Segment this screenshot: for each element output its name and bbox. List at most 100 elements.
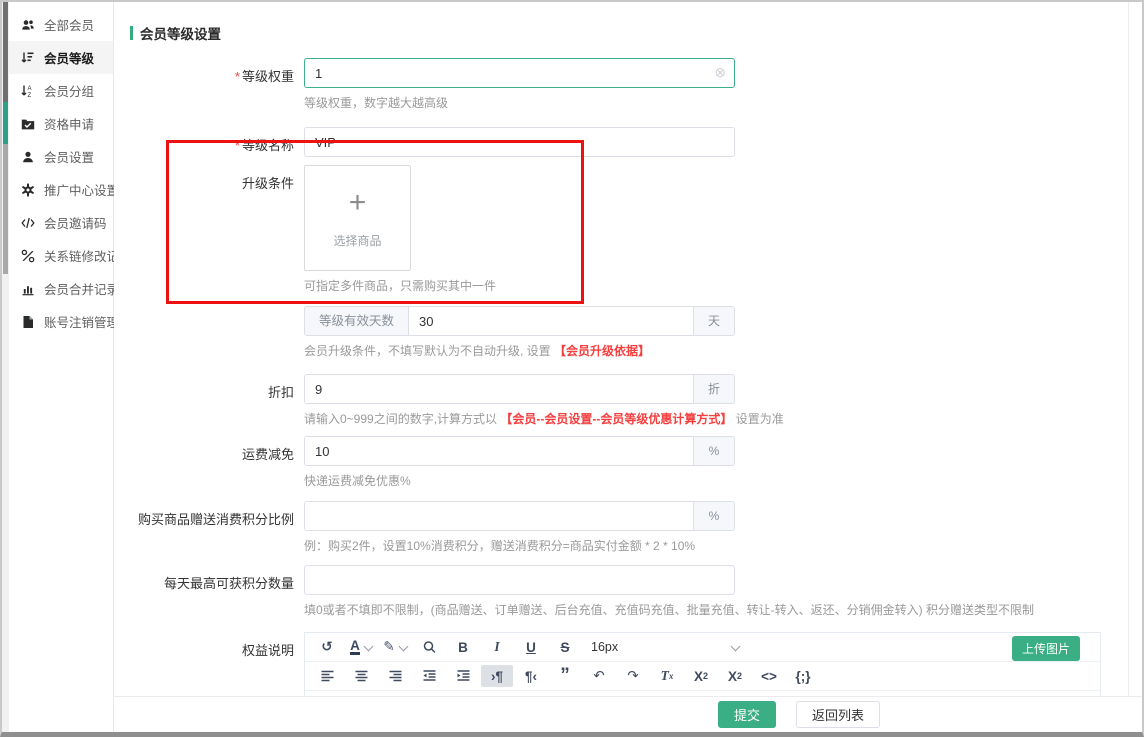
indent-icon[interactable] — [447, 665, 479, 687]
chart-icon — [21, 282, 35, 296]
field-label: *等级权重 — [130, 58, 304, 85]
outdent-icon[interactable] — [413, 665, 445, 687]
helper-text: 例：购买2件，设置10%消费积分，赠送消费积分=商品实付金额 * 2 * 10% — [304, 538, 864, 554]
history-icon[interactable]: ↺ — [311, 636, 343, 658]
helper-text: 可指定多件商品，只需购买其中一件 — [304, 278, 735, 294]
outer-scrollbar[interactable] — [2, 2, 9, 732]
redo-icon[interactable]: ↷ — [617, 665, 649, 687]
daily-max-points-input[interactable] — [304, 565, 735, 595]
page-title: 会员等级设置 — [140, 23, 221, 43]
sidebar-item-label: 资格申请 — [44, 114, 94, 133]
sidebar-item-label: 会员等级 — [44, 48, 94, 67]
content-scrollbar-track[interactable] — [1128, 2, 1129, 732]
sidebar-item-member-level[interactable]: 会员等级 — [9, 41, 113, 74]
undo-icon[interactable]: ↶ — [583, 665, 615, 687]
back-to-list-button[interactable]: 返回列表 — [796, 701, 880, 728]
superscript-icon[interactable]: X2 — [719, 665, 751, 687]
field-label: 每天最高可获积分数量 — [130, 565, 304, 592]
section-title: 会员等级设置 — [130, 24, 1142, 42]
sidebar-item-invite-code[interactable]: 会员邀请码 — [9, 206, 113, 239]
underline-icon[interactable]: U — [515, 636, 547, 658]
align-left-icon[interactable] — [311, 665, 343, 687]
level-weight-input[interactable] — [304, 58, 735, 88]
file-icon — [21, 315, 35, 329]
sidebar-item-promotion-settings[interactable]: 推广中心设置 — [9, 173, 113, 206]
valid-days-unit: 天 — [693, 307, 734, 335]
select-product-uploader[interactable]: + 选择商品 — [304, 165, 411, 271]
field-label: 运费减免 — [130, 436, 304, 463]
sidebar: 全部会员 会员等级 AZ 会员分组 资格申请 会员设置 — [9, 2, 114, 732]
font-size-select[interactable]: 16px — [591, 640, 739, 654]
footer-bar: 提交 返回列表 — [114, 696, 1142, 732]
form-row-name: *等级名称 — [130, 127, 1142, 157]
search-icon[interactable] — [413, 636, 445, 658]
align-right-icon[interactable] — [379, 665, 411, 687]
discount-input[interactable] — [305, 375, 693, 403]
strikethrough-icon[interactable]: S — [549, 636, 581, 658]
helper-text: 等级权重，数字越大越高级 — [304, 95, 735, 111]
sidebar-item-qualification[interactable]: 资格申请 — [9, 107, 113, 140]
discount-settings-link[interactable]: 【会员--会员设置--会员等级优惠计算方式】 — [500, 412, 732, 426]
font-color-icon[interactable]: A — [345, 636, 377, 658]
helper-text: 快递运费减免优惠% — [304, 473, 735, 489]
sidebar-item-label: 会员分组 — [44, 81, 94, 100]
level-name-input[interactable] — [304, 127, 735, 157]
required-asterisk: * — [235, 69, 240, 84]
link-icon — [21, 249, 35, 263]
sidebar-item-merge-log[interactable]: 会员合并记录 — [9, 272, 113, 305]
shipping-discount-input[interactable] — [305, 437, 693, 465]
form-row-upgrade-condition: 升级条件 + 选择商品 可指定多件商品，只需购买其中一件 — [130, 165, 1142, 294]
sidebar-item-label: 会员合并记录 — [44, 279, 119, 298]
subscript-icon[interactable]: X2 — [685, 665, 717, 687]
sidebar-item-label: 会员邀请码 — [44, 213, 107, 232]
field-label: 折扣 — [130, 374, 304, 401]
sidebar-item-account-cancellation[interactable]: 账号注销管理 — [9, 305, 113, 338]
editor-toolbar-row1: ↺ A ✎ B I U S 16px 上传图片 — [305, 633, 1100, 662]
scrollbar-track-segment — [3, 144, 8, 274]
points-ratio-input[interactable] — [305, 502, 693, 530]
italic-icon[interactable]: I — [481, 636, 513, 658]
code-block-icon[interactable]: {;} — [787, 665, 819, 687]
sidebar-item-relation-log[interactable]: 关系链修改记录 — [9, 239, 113, 272]
submit-button[interactable]: 提交 — [718, 701, 776, 728]
valid-days-input[interactable] — [409, 307, 693, 335]
field-label: *等级名称 — [130, 127, 304, 154]
blockquote-icon[interactable]: ” — [549, 665, 581, 687]
scrollbar-thumb[interactable] — [3, 2, 8, 102]
field-label-empty — [130, 306, 304, 314]
app-window: 全部会员 会员等级 AZ 会员分组 资格申请 会员设置 — [0, 0, 1144, 737]
sidebar-item-member-groups[interactable]: AZ 会员分组 — [9, 74, 113, 107]
form-row-daily-max-points: 每天最高可获积分数量 填0或者不填即不限制，(商品赠送、订单赠送、后台充值、充值… — [130, 565, 1142, 618]
required-asterisk: * — [235, 138, 240, 153]
sidebar-item-label: 会员设置 — [44, 147, 94, 166]
helper-text: 会员升级条件，不填写默认为不自动升级, 设置 【会员升级依据】 — [304, 343, 735, 359]
editor-toolbar-row2: ›¶ ¶‹ ” ↶ ↷ Tx X2 X2 <> {;} — [305, 662, 1100, 691]
field-label: 购买商品赠送消费积分比例 — [130, 501, 304, 528]
upgrade-basis-link[interactable]: 【会员升级依据】 — [554, 344, 650, 358]
field-label: 权益说明 — [130, 632, 304, 659]
sidebar-item-member-settings[interactable]: 会员设置 — [9, 140, 113, 173]
chevron-down-icon — [398, 641, 408, 651]
highlight-pen-icon[interactable]: ✎ — [379, 636, 411, 658]
upload-image-button[interactable]: 上传图片 — [1012, 636, 1080, 661]
sidebar-item-label: 推广中心设置 — [44, 180, 119, 199]
user-icon — [21, 150, 35, 164]
paragraph-ltr-icon[interactable]: ¶‹ — [515, 665, 547, 687]
code-icon — [21, 216, 35, 230]
bold-icon[interactable]: B — [447, 636, 479, 658]
clear-format-icon[interactable]: Tx — [651, 665, 683, 687]
title-accent-bar — [130, 26, 133, 40]
clear-input-icon[interactable]: ⊗ — [714, 65, 726, 79]
main-panel: 会员等级设置 *等级权重 ⊗ 等级权重，数字越大越高级 *等级名称 — [114, 2, 1142, 732]
points-ratio-unit: % — [693, 502, 734, 530]
sort-alpha-icon: AZ — [21, 84, 35, 98]
active-indicator — [3, 102, 8, 144]
helper-text: 请输入0~999之间的数字,计算方式以 【会员--会员设置--会员等级优惠计算方… — [304, 411, 864, 427]
inline-code-icon[interactable]: <> — [753, 665, 785, 687]
align-center-icon[interactable] — [345, 665, 377, 687]
helper-text: 填0或者不填即不限制，(商品赠送、订单赠送、后台充值、充值码充值、批量充值、转让… — [304, 602, 1124, 618]
sidebar-item-all-members[interactable]: 全部会员 — [9, 8, 113, 41]
paragraph-rtl-icon[interactable]: ›¶ — [481, 665, 513, 687]
chevron-down-icon — [363, 641, 373, 651]
sidebar-item-label: 账号注销管理 — [44, 312, 119, 331]
